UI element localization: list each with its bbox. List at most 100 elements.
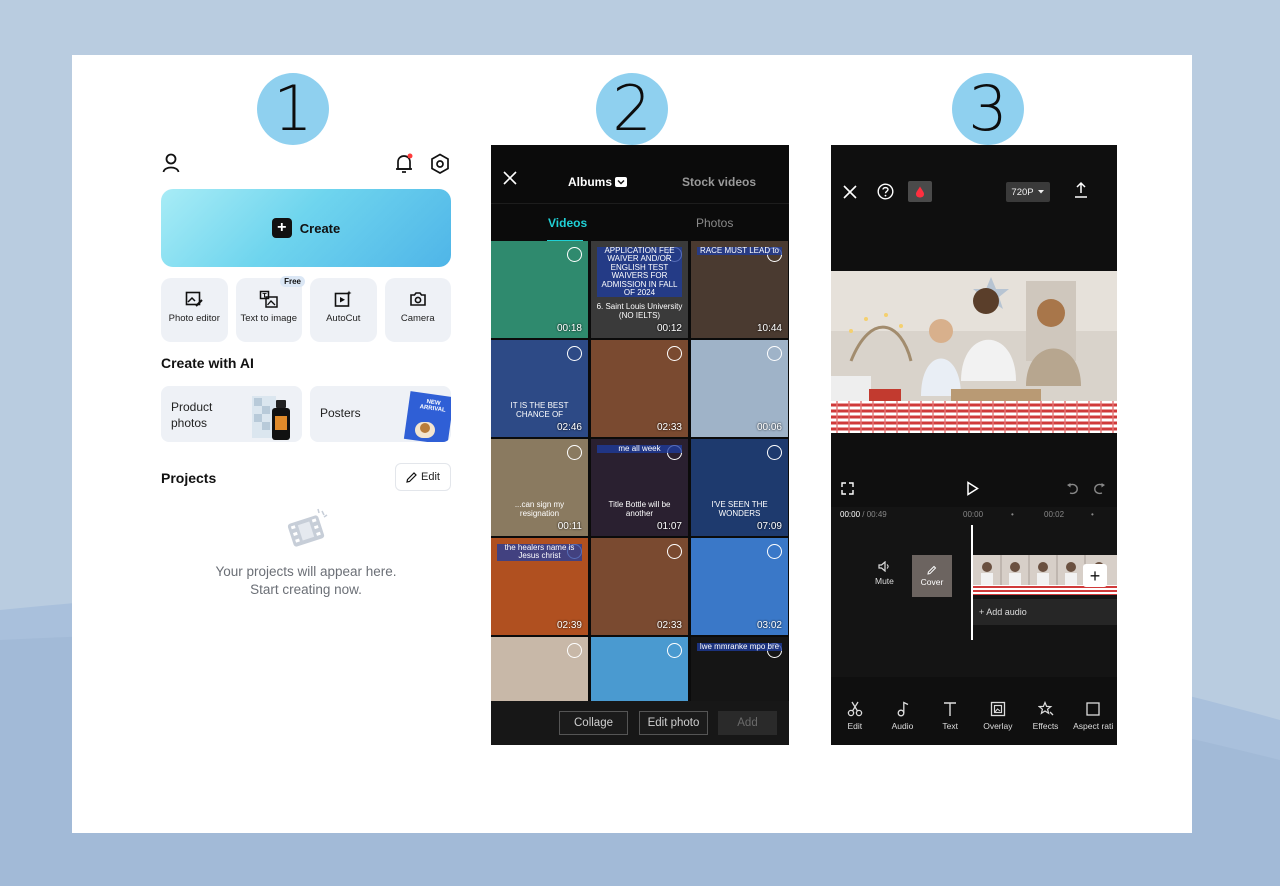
editor-screen: 720P 00:00 / 00:49 00:00 • 00:02 • Mute … [831,145,1117,745]
media-tile[interactable]: IT IS THE BEST CHANCE OF 02:46 [491,340,588,437]
projects-edit-button[interactable]: Edit [395,463,451,491]
ai-card-posters[interactable]: Posters NEW ARRIVAL [310,386,451,442]
profile-icon[interactable] [162,153,180,173]
toolbar-effects[interactable]: Effects [1022,701,1070,745]
toolbar-label: Overlay [983,721,1013,731]
edit-photo-button[interactable]: Edit photo [639,711,708,735]
tool-text-to-image[interactable]: Free T Text to image [235,276,305,342]
tile-caption: ...can sign my resignation [514,500,565,518]
media-tile[interactable]: ...can sign my resignation 00:11 [491,439,588,536]
playhead[interactable] [971,525,973,640]
tile-duration: 02:33 [656,422,682,433]
ai-card-product-photos[interactable]: Product photos [161,386,302,442]
tool-autocut[interactable]: AutoCut [310,278,377,342]
chevron-down-icon [615,177,628,187]
mute-label: Mute [875,576,894,586]
close-icon[interactable] [843,185,857,199]
tile-duration: 02:46 [556,422,582,433]
stock-videos-tab[interactable]: Stock videos [682,175,756,189]
tile-duration: 10:44 [756,323,782,334]
media-tile[interactable]: 00:18 [491,241,588,338]
select-circle-icon[interactable] [667,346,682,361]
pencil-icon [927,565,937,575]
step-badge-2: 2 [596,73,668,145]
albums-dropdown[interactable]: Albums [568,175,628,189]
media-tile[interactable]: 00:06 [691,340,788,437]
film-reel-icon [287,508,328,547]
pro-badge-icon[interactable] [908,181,932,202]
export-icon[interactable] [1074,181,1088,199]
media-tile[interactable]: RACE MUST LEAD to 10:44 [691,241,788,338]
toolbar-label: Edit [847,721,863,731]
video-preview[interactable] [831,271,1117,433]
collage-button[interactable]: Collage [559,711,628,735]
create-button[interactable]: + Create [161,189,451,267]
close-icon[interactable] [503,171,517,185]
tile-caption: me all week [597,444,682,454]
add-clip-button[interactable]: + [1083,564,1107,587]
tool-photo-editor[interactable]: Photo editor [161,278,228,342]
toolbar-overlay[interactable]: Overlay [974,701,1022,745]
bell-icon[interactable] [394,153,414,175]
text-icon [944,702,957,716]
tile-caption: APPLICATION FEE WAIVER AND/OR ENGLISH TE… [597,246,682,298]
settings-icon[interactable] [430,153,450,175]
timeline[interactable]: 00:00 / 00:49 00:00 • 00:02 • Mute Cover… [831,507,1117,677]
speaker-icon [878,561,890,572]
select-circle-icon[interactable] [567,247,582,262]
media-tabs: Videos Photos [491,203,789,242]
cover-button[interactable]: Cover [912,555,952,597]
toolbar-aspect-ratio[interactable]: Aspect rati [1069,701,1117,745]
media-tile[interactable]: me all week Title Bottle will be another 0… [591,439,688,536]
poster-art [403,391,451,442]
overlay-icon [990,701,1005,717]
tile-caption: IT IS THE BEST CHANCE OF [510,401,569,419]
toolbar-edit[interactable]: Edit [831,701,879,745]
mute-button[interactable]: Mute [875,561,894,586]
resolution-dropdown[interactable]: 720P [1006,182,1050,202]
tool-label: Camera [400,313,435,324]
add-button[interactable]: Add [718,711,777,735]
tab-videos[interactable]: Videos [548,216,587,230]
select-circle-icon[interactable] [667,544,682,559]
tab-photos[interactable]: Photos [696,216,733,230]
select-circle-icon[interactable] [767,544,782,559]
select-circle-icon[interactable] [567,346,582,361]
media-tile[interactable]: 03:02 [691,538,788,635]
select-circle-icon[interactable] [767,346,782,361]
select-circle-icon[interactable] [567,445,582,460]
edit-label: Edit [421,471,440,483]
fullscreen-icon[interactable] [841,482,854,495]
tick-dot: • [1091,510,1094,519]
tile-duration: 00:11 [557,521,582,532]
add-audio-button[interactable]: + Add audio [973,599,1117,625]
media-tile[interactable]: 02:33 [591,340,688,437]
toolbar-text[interactable]: Text [926,701,974,745]
media-grid: 00:18 APPLICATION FEE WAIVER AND/OR ENGLI… [491,241,789,734]
media-tile[interactable]: 02:33 [591,538,688,635]
resolution-label: 720P [1011,186,1034,198]
media-tile[interactable]: the healers name is Jesus christ 02:39 [491,538,588,635]
select-circle-icon[interactable] [667,643,682,658]
home-topbar [150,153,460,177]
tick-dot: • [1011,510,1014,519]
text-to-image-icon: T [259,290,278,308]
tile-caption: RACE MUST LEAD to [697,246,782,256]
play-icon[interactable] [966,481,979,496]
caret-down-icon [1037,190,1044,194]
media-tile[interactable]: I'VE SEEN THE WONDERS 07:09 [691,439,788,536]
albums-label: Albums [568,175,613,189]
toolbar-label: Audio [891,721,914,731]
help-icon[interactable] [877,183,894,200]
camera-icon [409,292,426,306]
select-circle-icon[interactable] [767,445,782,460]
home-screen: + Create Photo editor Free T Text to ima… [150,145,460,745]
media-tile[interactable]: APPLICATION FEE WAIVER AND/OR ENGLISH TE… [591,241,688,338]
tool-camera[interactable]: Camera [384,278,451,342]
tile-duration: 02:33 [656,620,682,631]
toolbar-audio[interactable]: Audio [879,701,927,745]
select-circle-icon[interactable] [567,643,582,658]
undo-icon[interactable] [1066,482,1079,495]
redo-icon[interactable] [1093,482,1106,495]
tile-caption: I'VE SEEN THE WONDERS [711,500,768,518]
